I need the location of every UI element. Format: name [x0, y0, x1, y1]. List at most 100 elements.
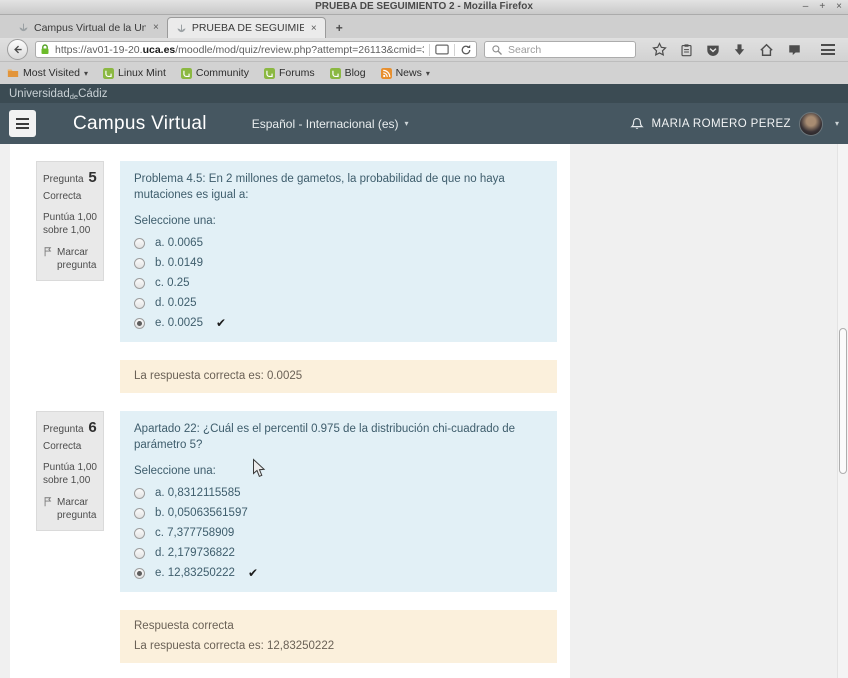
- answer-prompt: Seleccione una:: [134, 465, 216, 477]
- answer-prompt: Seleccione una:: [134, 215, 216, 227]
- grade-line: sobre 1,00: [43, 225, 91, 236]
- bookmarks-menu-icon[interactable]: [680, 43, 693, 57]
- chevron-down-icon: ▾: [425, 68, 430, 78]
- avatar[interactable]: [798, 111, 823, 136]
- university-name: Universidad: [9, 87, 70, 100]
- option-label: e. 12,83250222: [155, 567, 235, 579]
- tab[interactable]: Campus Virtual de la Uni... ×: [10, 17, 167, 38]
- bookmark-item[interactable]: Community: [180, 67, 249, 79]
- flag-line: pregunta: [57, 510, 97, 521]
- bookmark-item[interactable]: Most Visited ▾: [7, 67, 88, 79]
- home-icon[interactable]: [759, 43, 774, 57]
- answer-option[interactable]: a. 0.0065: [134, 233, 543, 253]
- radio-button[interactable]: [134, 547, 145, 559]
- flag-icon: [44, 497, 52, 507]
- menu-icon[interactable]: [821, 44, 835, 55]
- tab-close-icon[interactable]: ×: [153, 22, 159, 33]
- answer-option[interactable]: d. 2,179736822: [134, 543, 543, 563]
- maximize-button[interactable]: +: [819, 0, 825, 14]
- radio-button[interactable]: [134, 507, 145, 519]
- language-selector[interactable]: Español - Internacional (es) ▾: [252, 117, 409, 131]
- flag-question-link[interactable]: Marcar pregunta: [43, 496, 97, 522]
- option-label: d. 0.025: [155, 297, 197, 309]
- reload-icon[interactable]: [460, 44, 472, 56]
- flag-line: pregunta: [57, 260, 97, 271]
- answer-option[interactable]: b. 0,05063561597: [134, 503, 543, 523]
- question-formulation: Apartado 22: ¿Cuál es el percentil 0.975…: [120, 411, 557, 592]
- back-button[interactable]: [7, 39, 28, 60]
- flag-question-link[interactable]: Marcar pregunta: [43, 246, 97, 272]
- pocket-icon[interactable]: [706, 43, 720, 57]
- user-name[interactable]: MARIA ROMERO PEREZ: [652, 118, 791, 130]
- page-content: Pregunta 5 Correcta Puntúa 1,00 sobre 1,00 M…: [0, 144, 848, 678]
- grade-line: Puntúa 1,00: [43, 462, 97, 473]
- answer-option[interactable]: a. 0,8312115585: [134, 483, 543, 503]
- chevron-down-icon: ▾: [84, 68, 89, 78]
- radio-button[interactable]: [134, 567, 145, 579]
- question-number: Pregunta 6: [43, 419, 97, 436]
- question-info: Pregunta 6 Correcta Puntúa 1,00 sobre 1,00 M…: [36, 411, 104, 531]
- chevron-down-icon: ▾: [404, 119, 409, 128]
- minimize-button[interactable]: –: [803, 0, 809, 14]
- campus-header: Campus Virtual Español - Internacional (…: [0, 103, 848, 144]
- nav-drawer-button[interactable]: [9, 110, 36, 137]
- answer-option[interactable]: e. 12,83250222 ✔: [134, 563, 543, 583]
- radio-button[interactable]: [134, 527, 145, 539]
- tab-active[interactable]: PRUEBA DE SEGUIMIENT... ×: [166, 17, 326, 38]
- university-city: Cádiz: [78, 87, 108, 100]
- window-titlebar[interactable]: PRUEBA DE SEGUIMIENTO 2 - Mozilla Firefo…: [0, 0, 848, 15]
- answer-option[interactable]: e. 0.0025 ✔: [134, 313, 543, 333]
- bookmark-label: Linux Mint: [118, 67, 166, 79]
- question-block: Pregunta 6 Correcta Puntúa 1,00 sobre 1,00 M…: [36, 411, 570, 663]
- downloads-icon[interactable]: [733, 43, 746, 57]
- bookmark-item[interactable]: Linux Mint: [103, 67, 166, 79]
- urlbar-separator: [429, 43, 430, 56]
- questions-column: Pregunta 5 Correcta Puntúa 1,00 sobre 1,00 M…: [10, 144, 570, 678]
- answer-option[interactable]: b. 0.0149: [134, 253, 543, 273]
- new-tab-button[interactable]: +: [326, 18, 353, 38]
- brand-title[interactable]: Campus Virtual: [73, 113, 207, 135]
- radio-button[interactable]: [134, 297, 145, 309]
- scrollbar-thumb[interactable]: [839, 328, 847, 474]
- feedback-box: La respuesta correcta es: 0.0025: [120, 360, 557, 393]
- question-status: Correcta: [43, 191, 82, 202]
- radio-button[interactable]: [134, 257, 145, 269]
- answer-option[interactable]: c. 7,377758909: [134, 523, 543, 543]
- search-input[interactable]: Search: [484, 41, 636, 58]
- question-number-value: 5: [88, 169, 97, 186]
- firefox-window: PRUEBA DE SEGUIMIENTO 2 - Mozilla Firefo…: [0, 0, 848, 678]
- answer-option[interactable]: c. 0.25: [134, 273, 543, 293]
- radio-button[interactable]: [134, 487, 145, 499]
- scrollbar[interactable]: [837, 144, 848, 678]
- url-bar[interactable]: https://av01-19-20.uca.es/moodle/mod/qui…: [35, 41, 477, 58]
- option-label: c. 7,377758909: [155, 527, 235, 539]
- notifications-bell-icon[interactable]: [629, 117, 644, 131]
- question-grade: Puntúa 1,00 sobre 1,00: [43, 461, 97, 487]
- bookmark-item[interactable]: Blog: [329, 67, 366, 79]
- reader-mode-icon[interactable]: [435, 44, 449, 55]
- linuxmint-icon: [103, 67, 115, 79]
- url-text[interactable]: https://av01-19-20.uca.es/moodle/mod/qui…: [55, 44, 424, 56]
- option-label: d. 2,179736822: [155, 547, 235, 559]
- question-number-value: 6: [88, 419, 97, 436]
- flag-line: Marcar: [57, 497, 89, 508]
- bookmark-item[interactable]: News ▾: [380, 67, 430, 79]
- radio-button[interactable]: [134, 317, 145, 329]
- tab-close-icon[interactable]: ×: [311, 23, 317, 34]
- radio-button[interactable]: [134, 277, 145, 289]
- radio-button[interactable]: [134, 237, 145, 249]
- tab-title: Campus Virtual de la Uni...: [34, 21, 146, 34]
- feedback-line: Respuesta correcta: [134, 620, 234, 632]
- bookmark-star-icon[interactable]: [652, 42, 667, 57]
- chat-icon[interactable]: [787, 43, 802, 57]
- question-block: Pregunta 5 Correcta Puntúa 1,00 sobre 1,00 M…: [36, 161, 570, 393]
- feedback-box: Respuesta correcta La respuesta correcta …: [120, 610, 557, 663]
- grade-line: sobre 1,00: [43, 475, 91, 486]
- tab-strip: Campus Virtual de la Uni...×PRUEBA DE SE…: [10, 17, 326, 38]
- question-text: Problema 4.5: En 2 millones de gametos, …: [134, 173, 505, 201]
- bookmark-item[interactable]: Forums: [263, 67, 315, 79]
- bookmark-label: Blog: [344, 67, 366, 79]
- answer-option[interactable]: d. 0.025: [134, 293, 543, 313]
- user-menu-caret-icon[interactable]: ▾: [835, 119, 839, 128]
- close-button[interactable]: ×: [836, 0, 842, 14]
